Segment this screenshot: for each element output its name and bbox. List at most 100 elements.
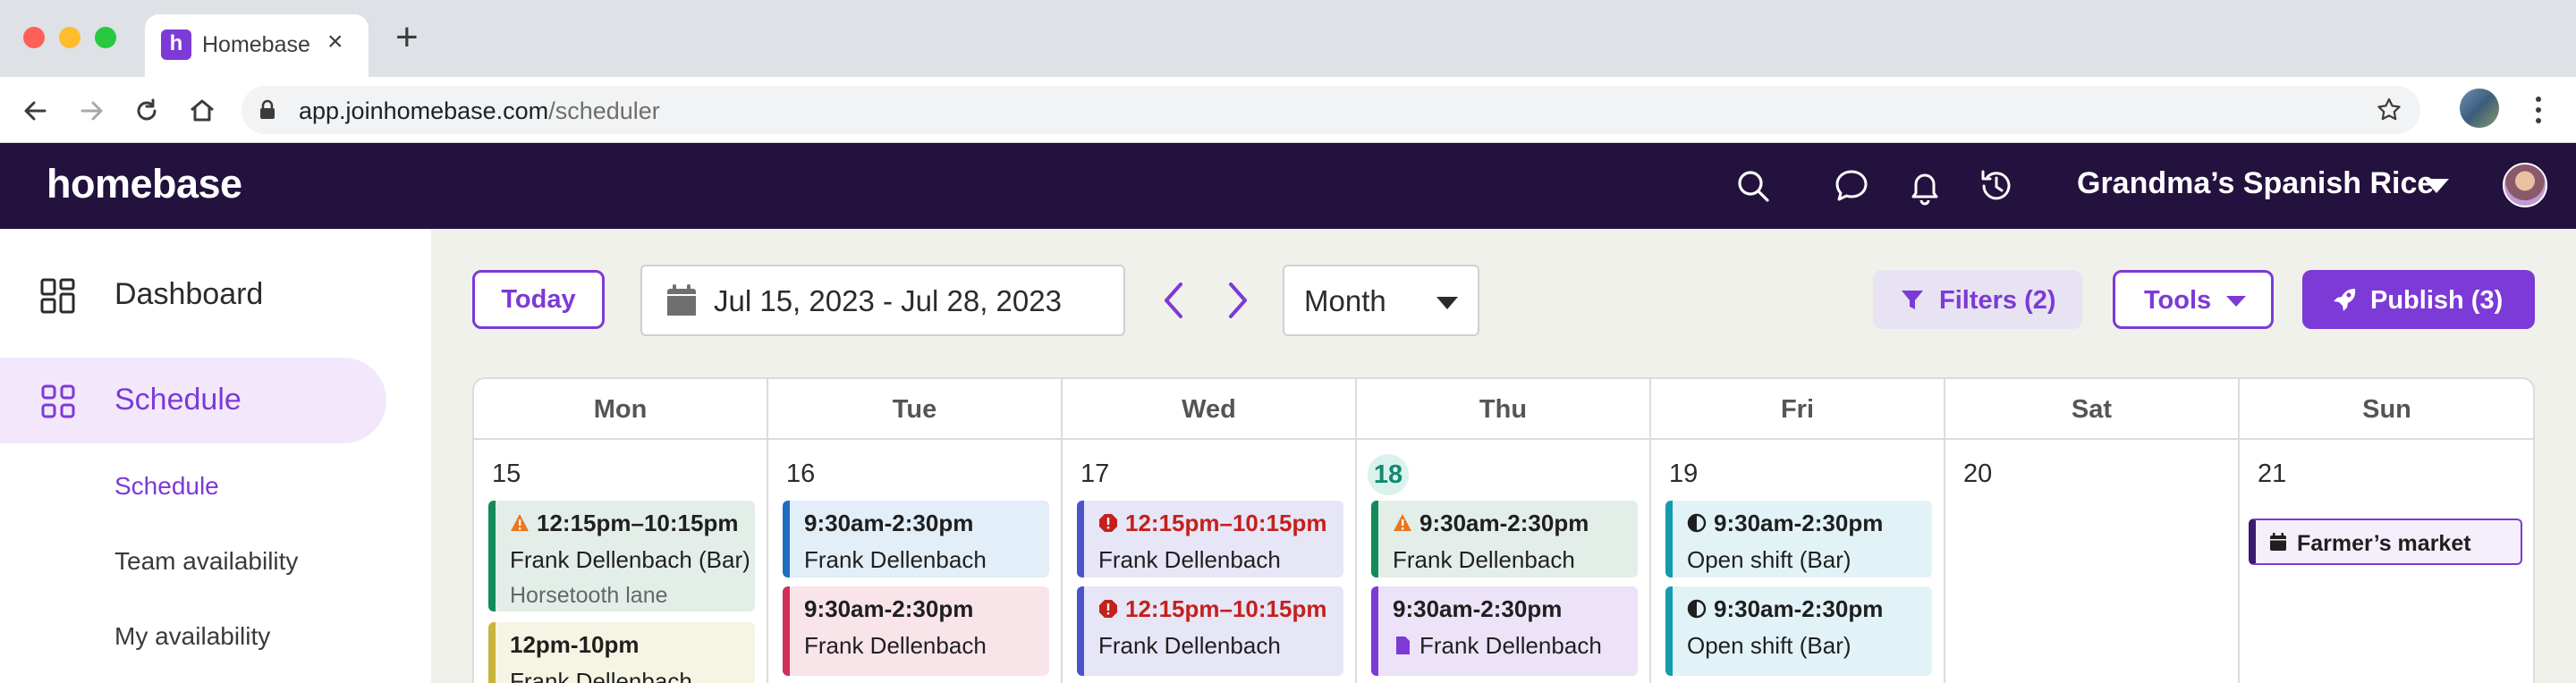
- day-number: 20: [1963, 460, 1993, 488]
- lock-icon: [260, 99, 275, 119]
- schedule-grid-icon: [41, 384, 75, 418]
- shift-time-row: 12:15pm–10:15pm: [510, 510, 755, 537]
- filter-funnel-icon: [1902, 291, 1923, 309]
- browser-toolbar: app.joinhomebase.com/scheduler: [0, 77, 2576, 143]
- homebase-logo[interactable]: homebase: [47, 161, 242, 207]
- tab-close-icon[interactable]: ×: [327, 27, 343, 57]
- day-column-sat: Sat 20: [1945, 379, 2240, 683]
- scheduler-main: Today Jul 15, 2023 - Jul 28, 2023 Month …: [431, 229, 2576, 683]
- filters-button[interactable]: Filters (2): [1873, 270, 2082, 329]
- shift-time: 9:30am-2:30pm: [1714, 595, 1884, 622]
- company-switcher[interactable]: Grandma’s Spanish Rice: [2077, 166, 2434, 201]
- history-icon[interactable]: [1977, 166, 2016, 206]
- publish-button[interactable]: Publish (3): [2302, 270, 2535, 329]
- shift-employee: Frank Dellenbach: [804, 546, 987, 573]
- schedule-calendar: Mon 15 12:15pm–10:15pm Frank Dellenbach …: [472, 377, 2535, 683]
- tools-label: Tools: [2144, 286, 2212, 315]
- window-zoom-button[interactable]: [95, 27, 116, 48]
- shift-card[interactable]: 9:30am-2:30pm Frank Dellenbach: [1371, 501, 1638, 578]
- date-range-picker[interactable]: Jul 15, 2023 - Jul 28, 2023: [640, 265, 1125, 336]
- filters-label: Filters (2): [1939, 286, 2056, 315]
- shift-employee: Frank Dellenbach (Bar): [510, 546, 750, 573]
- forward-arrow-icon[interactable]: [75, 95, 107, 127]
- view-select-value: Month: [1304, 284, 1386, 317]
- shift-card[interactable]: 9:30am-2:30pm Open shift (Bar): [1665, 586, 1932, 676]
- sidebar-subitem-team-availability[interactable]: Team availability: [114, 547, 298, 576]
- previous-period-chevron-icon[interactable]: [1157, 279, 1190, 322]
- window-minimize-button[interactable]: [59, 27, 80, 48]
- search-icon[interactable]: [1733, 166, 1773, 206]
- warning-triangle-icon: [1394, 514, 1411, 531]
- alert-octagon-icon: [1099, 514, 1117, 532]
- sidebar-subitem-schedule[interactable]: Schedule: [114, 472, 219, 501]
- browser-tab-strip: h Homebase × +: [0, 0, 2576, 77]
- date-range-text: Jul 15, 2023 - Jul 28, 2023: [714, 284, 1062, 317]
- today-button[interactable]: Today: [472, 270, 605, 329]
- publish-label: Publish (3): [2370, 286, 2504, 315]
- user-avatar[interactable]: [2503, 163, 2547, 207]
- day-column-sun: Sun 21 Farmer’s market: [2240, 379, 2533, 683]
- day-column-fri: Fri 19 9:30am-2:30pm Open shift (Bar) 9:…: [1651, 379, 1945, 683]
- shift-card[interactable]: 9:30am-2:30pm Open shift (Bar): [1665, 501, 1932, 578]
- shift-time: 9:30am-2:30pm: [1393, 595, 1563, 622]
- day-column-thu: Thu 18 9:30am-2:30pm Frank Dellenbach 9:…: [1357, 379, 1651, 683]
- shift-card[interactable]: 12:15pm–10:15pm Frank Dellenbach (Bar) H…: [488, 501, 755, 611]
- shift-employee: Open shift (Bar): [1687, 632, 1852, 659]
- day-number: 21: [2258, 460, 2287, 488]
- rocket-icon: [2334, 289, 2356, 311]
- dashboard-icon: [40, 278, 75, 314]
- next-period-chevron-icon[interactable]: [1222, 279, 1254, 322]
- shift-time-row: 9:30am-2:30pm: [1687, 595, 1932, 623]
- shift-card[interactable]: 12pm-10pm Frank Dellenbach: [488, 622, 755, 683]
- browser-tab[interactable]: h Homebase ×: [145, 14, 369, 77]
- sidebar-item-label: Dashboard: [114, 277, 264, 311]
- calendar-icon: [667, 284, 696, 316]
- day-column-mon: Mon 15 12:15pm–10:15pm Frank Dellenbach …: [474, 379, 768, 683]
- tools-dropdown-button[interactable]: Tools: [2113, 270, 2274, 329]
- sidebar-item-label: Schedule: [114, 383, 242, 417]
- sidebar-subitem-my-availability[interactable]: My availability: [114, 622, 270, 651]
- new-tab-icon[interactable]: +: [395, 18, 419, 57]
- bell-icon[interactable]: [1905, 166, 1945, 206]
- shift-time-row: 12:15pm–10:15pm: [1098, 595, 1343, 623]
- today-day-number: 18: [1368, 454, 1409, 495]
- day-header: Tue: [768, 379, 1061, 440]
- day-column-tue: Tue 16 9:30am-2:30pm Frank Dellenbach 9:…: [768, 379, 1063, 683]
- calendar-event[interactable]: Farmer’s market: [2249, 519, 2522, 565]
- address-bar[interactable]: app.joinhomebase.com/scheduler: [242, 86, 2420, 134]
- document-icon: [1396, 637, 1410, 654]
- chevron-down-icon: [2226, 296, 2246, 307]
- shift-time: 12pm-10pm: [510, 631, 640, 658]
- chevron-down-icon[interactable]: [2424, 179, 2449, 193]
- view-select[interactable]: Month: [1283, 265, 1479, 336]
- shift-time: 9:30am-2:30pm: [1714, 510, 1884, 536]
- half-circle-icon: [1687, 513, 1707, 533]
- day-number: 16: [786, 460, 816, 488]
- event-title: Farmer’s market: [2297, 531, 2471, 556]
- bookmark-star-icon[interactable]: [2376, 97, 2402, 123]
- url-path: /scheduler: [548, 97, 660, 124]
- shift-card[interactable]: 12:15pm–10:15pm Frank Dellenbach: [1077, 586, 1343, 676]
- app-header: homebase Grandma’s Spanish Rice: [0, 143, 2576, 229]
- shift-card[interactable]: 9:30am-2:30pm Frank Dellenbach: [1371, 586, 1638, 676]
- window-close-button[interactable]: [23, 27, 45, 48]
- sidebar-item-dashboard[interactable]: Dashboard: [0, 252, 386, 338]
- day-header: Sat: [1945, 379, 2238, 440]
- back-arrow-icon[interactable]: [20, 95, 52, 127]
- shift-card[interactable]: 9:30am-2:30pm Frank Dellenbach: [783, 501, 1049, 578]
- reload-icon[interactable]: [131, 95, 163, 127]
- shift-card[interactable]: 9:30am-2:30pm Frank Dellenbach: [783, 586, 1049, 676]
- shift-time-row: 9:30am-2:30pm: [1687, 510, 1932, 537]
- home-icon[interactable]: [186, 95, 218, 127]
- url-host: app.joinhomebase.com: [299, 97, 549, 124]
- alert-octagon-icon: [1099, 600, 1117, 618]
- shift-employee: Frank Dellenbach: [510, 668, 692, 683]
- browser-profile-avatar[interactable]: [2460, 89, 2499, 128]
- chat-bubble-icon[interactable]: [1832, 166, 1871, 206]
- shift-card[interactable]: 12:15pm–10:15pm Frank Dellenbach: [1077, 501, 1343, 578]
- shift-employee: Frank Dellenbach: [1098, 546, 1281, 573]
- shift-time: 12:15pm–10:15pm: [537, 510, 739, 536]
- sidebar-item-schedule[interactable]: Schedule: [0, 358, 386, 443]
- chevron-down-icon: [1436, 297, 1458, 309]
- browser-menu-icon[interactable]: [2528, 93, 2549, 127]
